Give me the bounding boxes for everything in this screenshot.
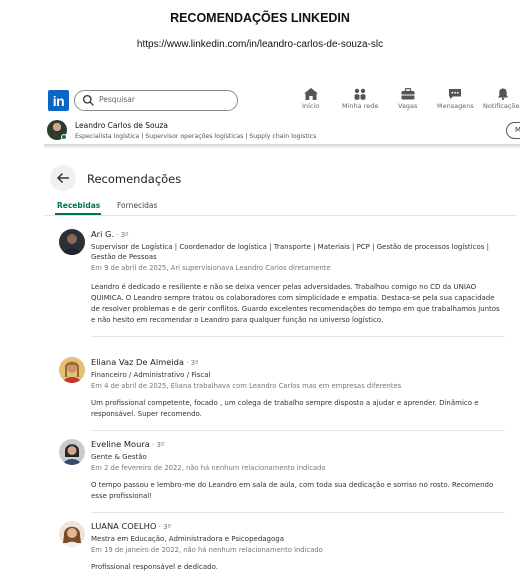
avatar[interactable] xyxy=(59,521,85,547)
connection-degree: · 3º xyxy=(149,441,165,449)
more-button[interactable]: M xyxy=(506,122,520,139)
avatar[interactable] xyxy=(59,357,85,383)
recommendation-date: Em 9 de abril de 2025, Ari supervisionav… xyxy=(91,264,331,272)
avatar[interactable] xyxy=(59,439,85,465)
page-title: Recomendações xyxy=(87,172,182,186)
nav-item-label: Vagas xyxy=(398,102,418,110)
document-title: RECOMENDAÇÕES LINKEDIN xyxy=(170,11,350,25)
home-icon xyxy=(303,88,318,100)
connection-degree: · 3º xyxy=(114,231,129,239)
linkedin-logo[interactable]: in xyxy=(48,90,69,111)
back-button[interactable] xyxy=(50,165,76,191)
recommender-headline: Mestra em Educação, Administradora e Psi… xyxy=(91,535,285,543)
nav-item-notifications[interactable]: Notificações xyxy=(483,88,520,110)
tab-given[interactable]: Fornecidas xyxy=(117,201,157,210)
recommender-headline: Financeiro / Administrativo / Fiscal xyxy=(91,371,211,379)
recommendation-date: Em 2 de fevereiro de 2022, não há nenhum… xyxy=(91,464,326,472)
network-icon xyxy=(354,88,366,100)
connection-degree: · 3º xyxy=(183,359,199,367)
nav-item-label: Notificações xyxy=(483,102,520,110)
recommender-headline: Gente & Gestão xyxy=(91,453,147,461)
recommendation-text: Um profissional competente, focado , um … xyxy=(91,399,479,418)
recommendation-date: Em 4 de abril de 2025, Eliana trabalhava… xyxy=(91,382,402,390)
search-icon xyxy=(82,94,94,106)
nav-item-messaging[interactable]: Mensagens xyxy=(437,88,474,110)
bell-icon xyxy=(497,88,509,100)
nav-item-label: Minha rede xyxy=(342,102,379,110)
messaging-icon xyxy=(449,89,462,99)
divider xyxy=(45,215,517,216)
recommendation-date: Em 19 de janeiro de 2022, não há nenhum … xyxy=(91,546,323,554)
recommender-name[interactable]: LUANA COELHO xyxy=(91,521,156,531)
divider xyxy=(91,430,505,431)
online-status-dot xyxy=(61,134,67,140)
recommender-name[interactable]: Ari G. xyxy=(91,229,114,239)
recommendation-text: Leandro é dedicado e resiliente e não se… xyxy=(91,283,500,324)
recommendation-text: Profissional responsável e dedicado. xyxy=(91,563,218,571)
avatar[interactable] xyxy=(59,229,85,255)
top-nav: in Pesquisar Início Minha rede Vagas Men… xyxy=(44,86,520,116)
briefcase-icon xyxy=(401,88,415,100)
search-box[interactable]: Pesquisar xyxy=(74,90,238,111)
divider xyxy=(91,336,505,337)
linkedin-screenshot: in Pesquisar Início Minha rede Vagas Men… xyxy=(44,86,520,585)
nav-item-network[interactable]: Minha rede xyxy=(342,88,378,110)
nav-item-home[interactable]: Início xyxy=(302,88,319,110)
connection-degree: · 3º xyxy=(156,523,171,531)
divider xyxy=(91,512,505,513)
nav-item-label: Início xyxy=(302,102,320,110)
recommender-name[interactable]: Eliana Vaz De Almeida xyxy=(91,357,184,367)
nav-item-label: Mensagens xyxy=(437,102,474,110)
nav-item-jobs[interactable]: Vagas xyxy=(398,88,417,110)
profile-strip: Leandro Carlos de Souza Especialista log… xyxy=(44,116,520,146)
tab-received[interactable]: Recebidas xyxy=(57,201,100,210)
profile-headline: Especialista logística | Supervisor oper… xyxy=(75,133,317,140)
recommendation-text: O tempo passou e lembro-me do Leandro em… xyxy=(91,481,494,500)
document-url: https://www.linkedin.com/in/leandro-carl… xyxy=(136,39,384,50)
recommender-name[interactable]: Eveline Moura xyxy=(91,439,150,449)
arrow-left-icon xyxy=(56,172,69,184)
profile-name[interactable]: Leandro Carlos de Souza xyxy=(75,121,168,130)
recommender-headline: Supervisor de Logística | Coordenador de… xyxy=(91,243,489,261)
search-input[interactable]: Pesquisar xyxy=(99,95,135,104)
recommendations-card: Recomendações Recebidas Fornecidas Ari G… xyxy=(45,154,517,585)
